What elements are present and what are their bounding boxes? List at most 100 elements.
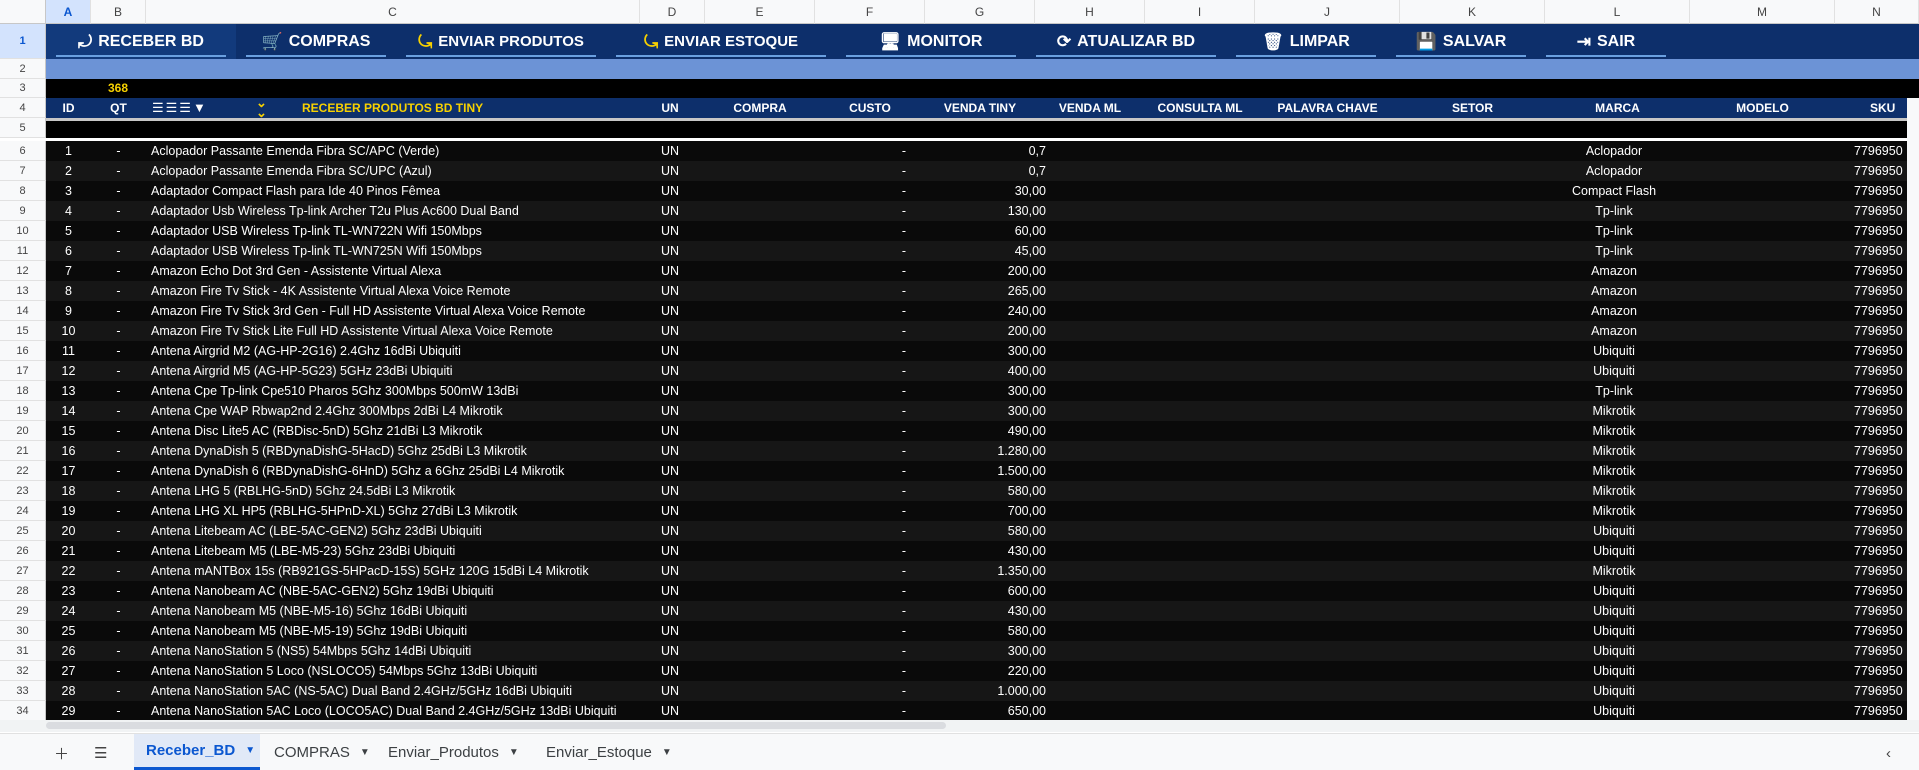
cell-custo[interactable]: - [816, 421, 906, 441]
select-all-corner[interactable] [0, 0, 46, 24]
column-header-d[interactable]: D [640, 0, 705, 24]
cell-qt[interactable]: - [91, 341, 146, 361]
column-header-i[interactable]: I [1145, 0, 1255, 24]
cell-marca[interactable]: Ubiquiti [1544, 341, 1684, 361]
cell-qt[interactable]: - [91, 361, 146, 381]
cell-qt[interactable]: - [91, 161, 146, 181]
cell-qt[interactable]: - [91, 141, 146, 161]
cell-id[interactable]: 26 [46, 641, 91, 661]
row-header[interactable]: 19 [0, 401, 46, 421]
cell-marca[interactable]: Aclopador [1544, 161, 1684, 181]
cell-id[interactable]: 5 [46, 221, 91, 241]
cell-id[interactable]: 6 [46, 241, 91, 261]
cell-marca[interactable]: Ubiquiti [1544, 661, 1684, 681]
cell-desc[interactable]: Antena Litebeam M5 (LBE-M5-23) 5Ghz 23dB… [151, 541, 681, 561]
cell-marca[interactable]: Ubiquiti [1544, 541, 1684, 561]
row-header[interactable]: 33 [0, 681, 46, 701]
cell-qt[interactable]: - [91, 681, 146, 701]
cell-custo[interactable]: - [816, 561, 906, 581]
cell-venda[interactable]: 430,00 [926, 601, 1046, 621]
cell-marca[interactable]: Tp-link [1544, 201, 1684, 221]
table-row[interactable]: 25- Antena Nanobeam M5 (NBE-M5-19) 5Ghz 1… [46, 621, 1919, 641]
cell-venda[interactable]: 300,00 [926, 341, 1046, 361]
cell-marca[interactable]: Ubiquiti [1544, 581, 1684, 601]
filter-icon[interactable]: ▼ [193, 100, 208, 115]
table-row[interactable]: 9- Amazon Fire Tv Stick 3rd Gen - Full HD… [46, 301, 1919, 321]
cell-custo[interactable]: - [816, 661, 906, 681]
cell-custo[interactable]: - [816, 481, 906, 501]
cell-venda[interactable]: 45,00 [926, 241, 1046, 261]
cell-un[interactable]: UN [640, 441, 700, 461]
row-header[interactable]: 4 [0, 98, 46, 118]
cell-venda[interactable]: 300,00 [926, 641, 1046, 661]
chevron-down-icon[interactable]: ⌄ ⌄ [256, 96, 267, 119]
cell-desc[interactable]: Antena LHG XL HP5 (RBLHG-5HPnD-XL) 5Ghz … [151, 501, 681, 521]
row-header[interactable]: 16 [0, 341, 46, 361]
table-row[interactable]: 5- Adaptador USB Wireless Tp-link TL-WN72… [46, 221, 1919, 241]
cell-desc[interactable]: Adaptador USB Wireless Tp-link TL-WN725N… [151, 241, 681, 261]
table-row[interactable]: 10- Amazon Fire Tv Stick Lite Full HD Ass… [46, 321, 1919, 341]
cell-custo[interactable]: - [816, 401, 906, 421]
column-header-m[interactable]: M [1690, 0, 1835, 24]
cell-desc[interactable]: Amazon Echo Dot 3rd Gen - Assistente Vir… [151, 261, 681, 281]
cell-id[interactable]: 29 [46, 701, 91, 721]
cell-un[interactable]: UN [640, 361, 700, 381]
cell-qt[interactable]: - [91, 281, 146, 301]
cell-venda[interactable]: 60,00 [926, 221, 1046, 241]
cell-qt[interactable]: - [91, 661, 146, 681]
row-header[interactable]: 24 [0, 501, 46, 521]
cell-desc[interactable]: Aclopador Passante Emenda Fibra SC/UPC (… [151, 161, 681, 181]
cell-desc[interactable]: Adaptador USB Wireless Tp-link TL-WN722N… [151, 221, 681, 241]
row-header[interactable]: 20 [0, 421, 46, 441]
cell-id[interactable]: 17 [46, 461, 91, 481]
column-header-j[interactable]: J [1255, 0, 1400, 24]
cell-custo[interactable]: - [816, 501, 906, 521]
cell-un[interactable]: UN [640, 561, 700, 581]
table-row[interactable]: 19- Antena LHG XL HP5 (RBLHG-5HPnD-XL) 5G… [46, 501, 1919, 521]
cell-un[interactable]: UN [640, 621, 700, 641]
table-row[interactable]: 24- Antena Nanobeam M5 (NBE-M5-16) 5Ghz 1… [46, 601, 1919, 621]
cell-desc[interactable]: Antena Litebeam AC (LBE-5AC-GEN2) 5Ghz 2… [151, 521, 681, 541]
row-header[interactable]: 10 [0, 221, 46, 241]
cell-qt[interactable]: - [91, 601, 146, 621]
row-header[interactable]: 2 [0, 59, 46, 79]
sheet-tab-enviar-estoque[interactable]: Enviar_Estoque ▼ [534, 734, 694, 770]
cell-venda[interactable]: 0,7 [926, 141, 1046, 161]
row-header[interactable]: 32 [0, 661, 46, 681]
cell-custo[interactable]: - [816, 581, 906, 601]
table-row[interactable]: 8- Amazon Fire Tv Stick - 4K Assistente V… [46, 281, 1919, 301]
cell-desc[interactable]: Amazon Fire Tv Stick 3rd Gen - Full HD A… [151, 301, 681, 321]
cell-qt[interactable]: - [91, 321, 146, 341]
cell-un[interactable]: UN [640, 341, 700, 361]
toolbar-button-enviar-produtos[interactable]: ⤿ ENVIAR PRODUTOS [396, 24, 606, 59]
cell-custo[interactable]: - [816, 161, 906, 181]
column-header-n[interactable]: N [1835, 0, 1919, 24]
table-row[interactable]: 12- Antena Airgrid M5 (AG-HP-5G23) 5GHz 2… [46, 361, 1919, 381]
table-row[interactable]: 2- Aclopador Passante Emenda Fibra SC/UPC… [46, 161, 1919, 181]
cell-desc[interactable]: Antena Nanobeam M5 (NBE-M5-16) 5Ghz 16dB… [151, 601, 681, 621]
cell-venda[interactable]: 1.280,00 [926, 441, 1046, 461]
cell-id[interactable]: 13 [46, 381, 91, 401]
row-header[interactable]: 6 [0, 141, 46, 161]
cell-qt[interactable]: - [91, 621, 146, 641]
cell-desc[interactable]: Antena Cpe WAP Rbwap2nd 2.4Ghz 300Mbps 2… [151, 401, 681, 421]
row-header[interactable]: 11 [0, 241, 46, 261]
cell-marca[interactable]: Tp-link [1544, 381, 1684, 401]
cell-un[interactable]: UN [640, 181, 700, 201]
cell-custo[interactable]: - [816, 261, 906, 281]
column-header-a[interactable]: A [46, 0, 91, 24]
cell-desc[interactable]: Antena DynaDish 6 (RBDynaDishG-6HnD) 5Gh… [151, 461, 681, 481]
caret-down-icon[interactable]: ▼ [245, 745, 255, 756]
cell-id[interactable]: 16 [46, 441, 91, 461]
cell-desc[interactable]: Antena Nanobeam AC (NBE-5AC-GEN2) 5Ghz 1… [151, 581, 681, 601]
cell-marca[interactable]: Ubiquiti [1544, 701, 1684, 721]
cell-un[interactable]: UN [640, 661, 700, 681]
cell-venda[interactable]: 600,00 [926, 581, 1046, 601]
cell-qt[interactable]: - [91, 501, 146, 521]
cell-marca[interactable]: Amazon [1544, 261, 1684, 281]
caret-down-icon[interactable]: ▼ [662, 747, 672, 758]
cell-id[interactable]: 2 [46, 161, 91, 181]
cell-marca[interactable]: Aclopador [1544, 141, 1684, 161]
cell-marca[interactable]: Ubiquiti [1544, 621, 1684, 641]
row-header[interactable]: 3 [0, 79, 46, 98]
